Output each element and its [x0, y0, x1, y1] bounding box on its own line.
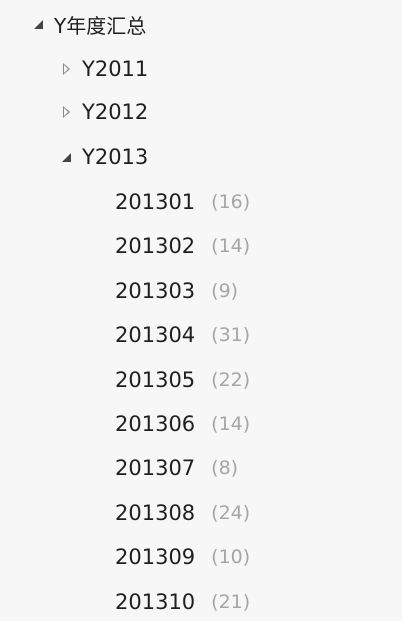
- folder-tree: Y年度汇总 Y2011 Y2012 Y2013 201301 (16) 2013…: [0, 0, 402, 621]
- item-count: (16): [211, 191, 251, 213]
- tree-leaf-201301[interactable]: 201301 (16): [115, 184, 250, 220]
- item-count: (14): [211, 413, 251, 435]
- folder-label: 201301: [115, 190, 196, 214]
- folder-label: 201309: [115, 545, 196, 569]
- expanded-arrow-icon[interactable]: [32, 17, 46, 31]
- tree-node-root[interactable]: Y年度汇总: [32, 6, 146, 42]
- folder-label: 201310: [115, 590, 196, 614]
- tree-node-label: Y年度汇总: [54, 13, 147, 38]
- folder-label: 201302: [115, 234, 196, 258]
- tree-node-label: Y2013: [82, 145, 149, 169]
- collapsed-arrow-icon[interactable]: [60, 105, 74, 119]
- expanded-arrow-icon[interactable]: [60, 150, 74, 164]
- tree-node-label: Y2012: [82, 100, 149, 124]
- tree-leaf-201306[interactable]: 201306 (14): [115, 406, 250, 442]
- item-count: (21): [211, 591, 251, 613]
- tree-node-y2011[interactable]: Y2011: [60, 51, 148, 87]
- folder-label: 201305: [115, 368, 196, 392]
- tree-leaf-201308[interactable]: 201308 (24): [115, 495, 250, 531]
- tree-leaf-201302[interactable]: 201302 (14): [115, 228, 250, 264]
- folder-label: 201308: [115, 501, 196, 525]
- collapsed-arrow-icon[interactable]: [60, 62, 74, 76]
- item-count: (31): [211, 324, 251, 346]
- tree-leaf-201310[interactable]: 201310 (21): [115, 584, 250, 620]
- folder-label: 201304: [115, 323, 196, 347]
- tree-node-y2012[interactable]: Y2012: [60, 94, 148, 130]
- folder-label: 201303: [115, 279, 196, 303]
- tree-node-y2013[interactable]: Y2013: [60, 139, 148, 175]
- item-count: (14): [211, 235, 251, 257]
- item-count: (10): [211, 546, 251, 568]
- tree-leaf-201304[interactable]: 201304 (31): [115, 317, 250, 353]
- folder-label: 201306: [115, 412, 196, 436]
- folder-label: 201307: [115, 456, 196, 480]
- tree-leaf-201303[interactable]: 201303 (9): [115, 273, 238, 309]
- tree-leaf-201307[interactable]: 201307 (8): [115, 450, 238, 486]
- item-count: (8): [211, 457, 239, 479]
- tree-node-label: Y2011: [82, 57, 149, 81]
- tree-leaf-201309[interactable]: 201309 (10): [115, 539, 250, 575]
- item-count: (22): [211, 369, 251, 391]
- tree-leaf-201305[interactable]: 201305 (22): [115, 362, 250, 398]
- item-count: (24): [211, 502, 251, 524]
- item-count: (9): [211, 280, 239, 302]
